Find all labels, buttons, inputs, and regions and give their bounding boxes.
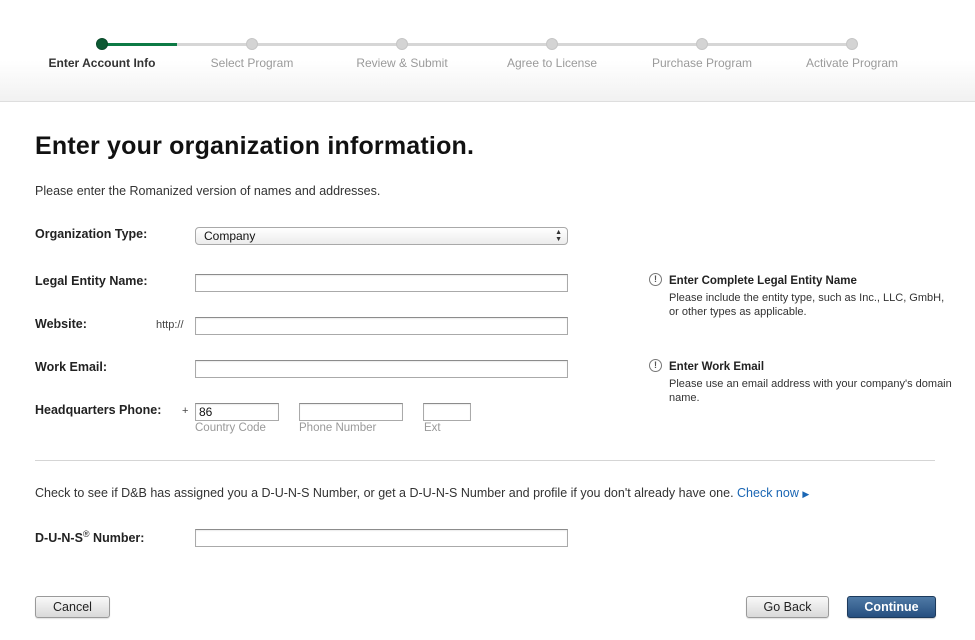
website-prefix: http://: [156, 319, 184, 331]
duns-label-rest: Number:: [89, 531, 145, 546]
step-label-agree-license: Agree to License: [506, 56, 598, 70]
step-label-purchase-program: Purchase Program: [651, 56, 753, 70]
work-email-input[interactable]: [195, 360, 568, 378]
legal-name-hint-title: Enter Complete Legal Entity Name: [669, 275, 857, 287]
step-dot-agree-license: [546, 38, 558, 50]
go-back-button[interactable]: Go Back: [746, 596, 829, 618]
chevron-right-icon[interactable]: ▶: [802, 489, 809, 499]
legal-name-label: Legal Entity Name:: [35, 274, 148, 288]
check-now-link[interactable]: Check now: [737, 486, 799, 500]
step-dot-activate-program: [846, 38, 858, 50]
phone-ext-caption: Ext: [424, 422, 441, 434]
duns-prompt: Check to see if D&B has assigned you a D…: [35, 486, 809, 500]
exclamation-icon: !: [649, 273, 662, 286]
org-type-value: Company: [204, 229, 256, 243]
org-type-select[interactable]: Company ▲ ▼: [195, 227, 568, 245]
section-divider: [35, 460, 935, 461]
duns-input[interactable]: [195, 529, 568, 547]
registered-mark: ®: [82, 529, 90, 539]
phone-plus: +: [182, 405, 189, 417]
duns-label-main: D-U-N-S: [35, 531, 83, 546]
country-code-caption: Country Code: [195, 422, 266, 434]
phone-label: Headquarters Phone:: [35, 403, 162, 417]
step-label-enter-account-info: Enter Account Info: [48, 56, 156, 70]
step-dot-enter-account-info: [96, 38, 108, 50]
select-arrows-icon: ▲ ▼: [555, 229, 562, 243]
duns-prompt-text: Check to see if D&B has assigned you a D…: [35, 486, 734, 500]
progress-header: [0, 0, 975, 102]
progress-track: [102, 43, 852, 46]
phone-ext-input[interactable]: [423, 403, 471, 421]
step-dot-select-program: [246, 38, 258, 50]
page-title: Enter your organization information.: [35, 132, 475, 160]
step-dot-purchase-program: [696, 38, 708, 50]
step-label-review-submit: Review & Submit: [356, 56, 448, 70]
legal-name-input[interactable]: [195, 274, 568, 292]
progress-track-fill: [102, 43, 177, 46]
step-label-activate-program: Activate Program: [805, 56, 899, 70]
legal-name-hint-body: Please include the entity type, such as …: [669, 292, 945, 318]
org-type-label: Organization Type:: [35, 227, 148, 241]
duns-label: D-U-N-S® Number:: [35, 529, 144, 545]
work-email-hint-body: Please use an email address with your co…: [669, 378, 952, 404]
step-label-select-program: Select Program: [210, 56, 294, 70]
work-email-label: Work Email:: [35, 360, 108, 374]
phone-number-input[interactable]: [299, 403, 403, 421]
step-dot-review-submit: [396, 38, 408, 50]
work-email-hint-title: Enter Work Email: [669, 361, 765, 373]
continue-button[interactable]: Continue: [847, 596, 936, 618]
intro-text: Please enter the Romanized version of na…: [35, 184, 381, 198]
country-code-input[interactable]: [195, 403, 279, 421]
website-input[interactable]: [195, 317, 568, 335]
cancel-button[interactable]: Cancel: [35, 596, 110, 618]
phone-number-caption: Phone Number: [299, 422, 377, 434]
exclamation-icon: !: [649, 359, 662, 372]
website-label: Website:: [35, 317, 87, 331]
